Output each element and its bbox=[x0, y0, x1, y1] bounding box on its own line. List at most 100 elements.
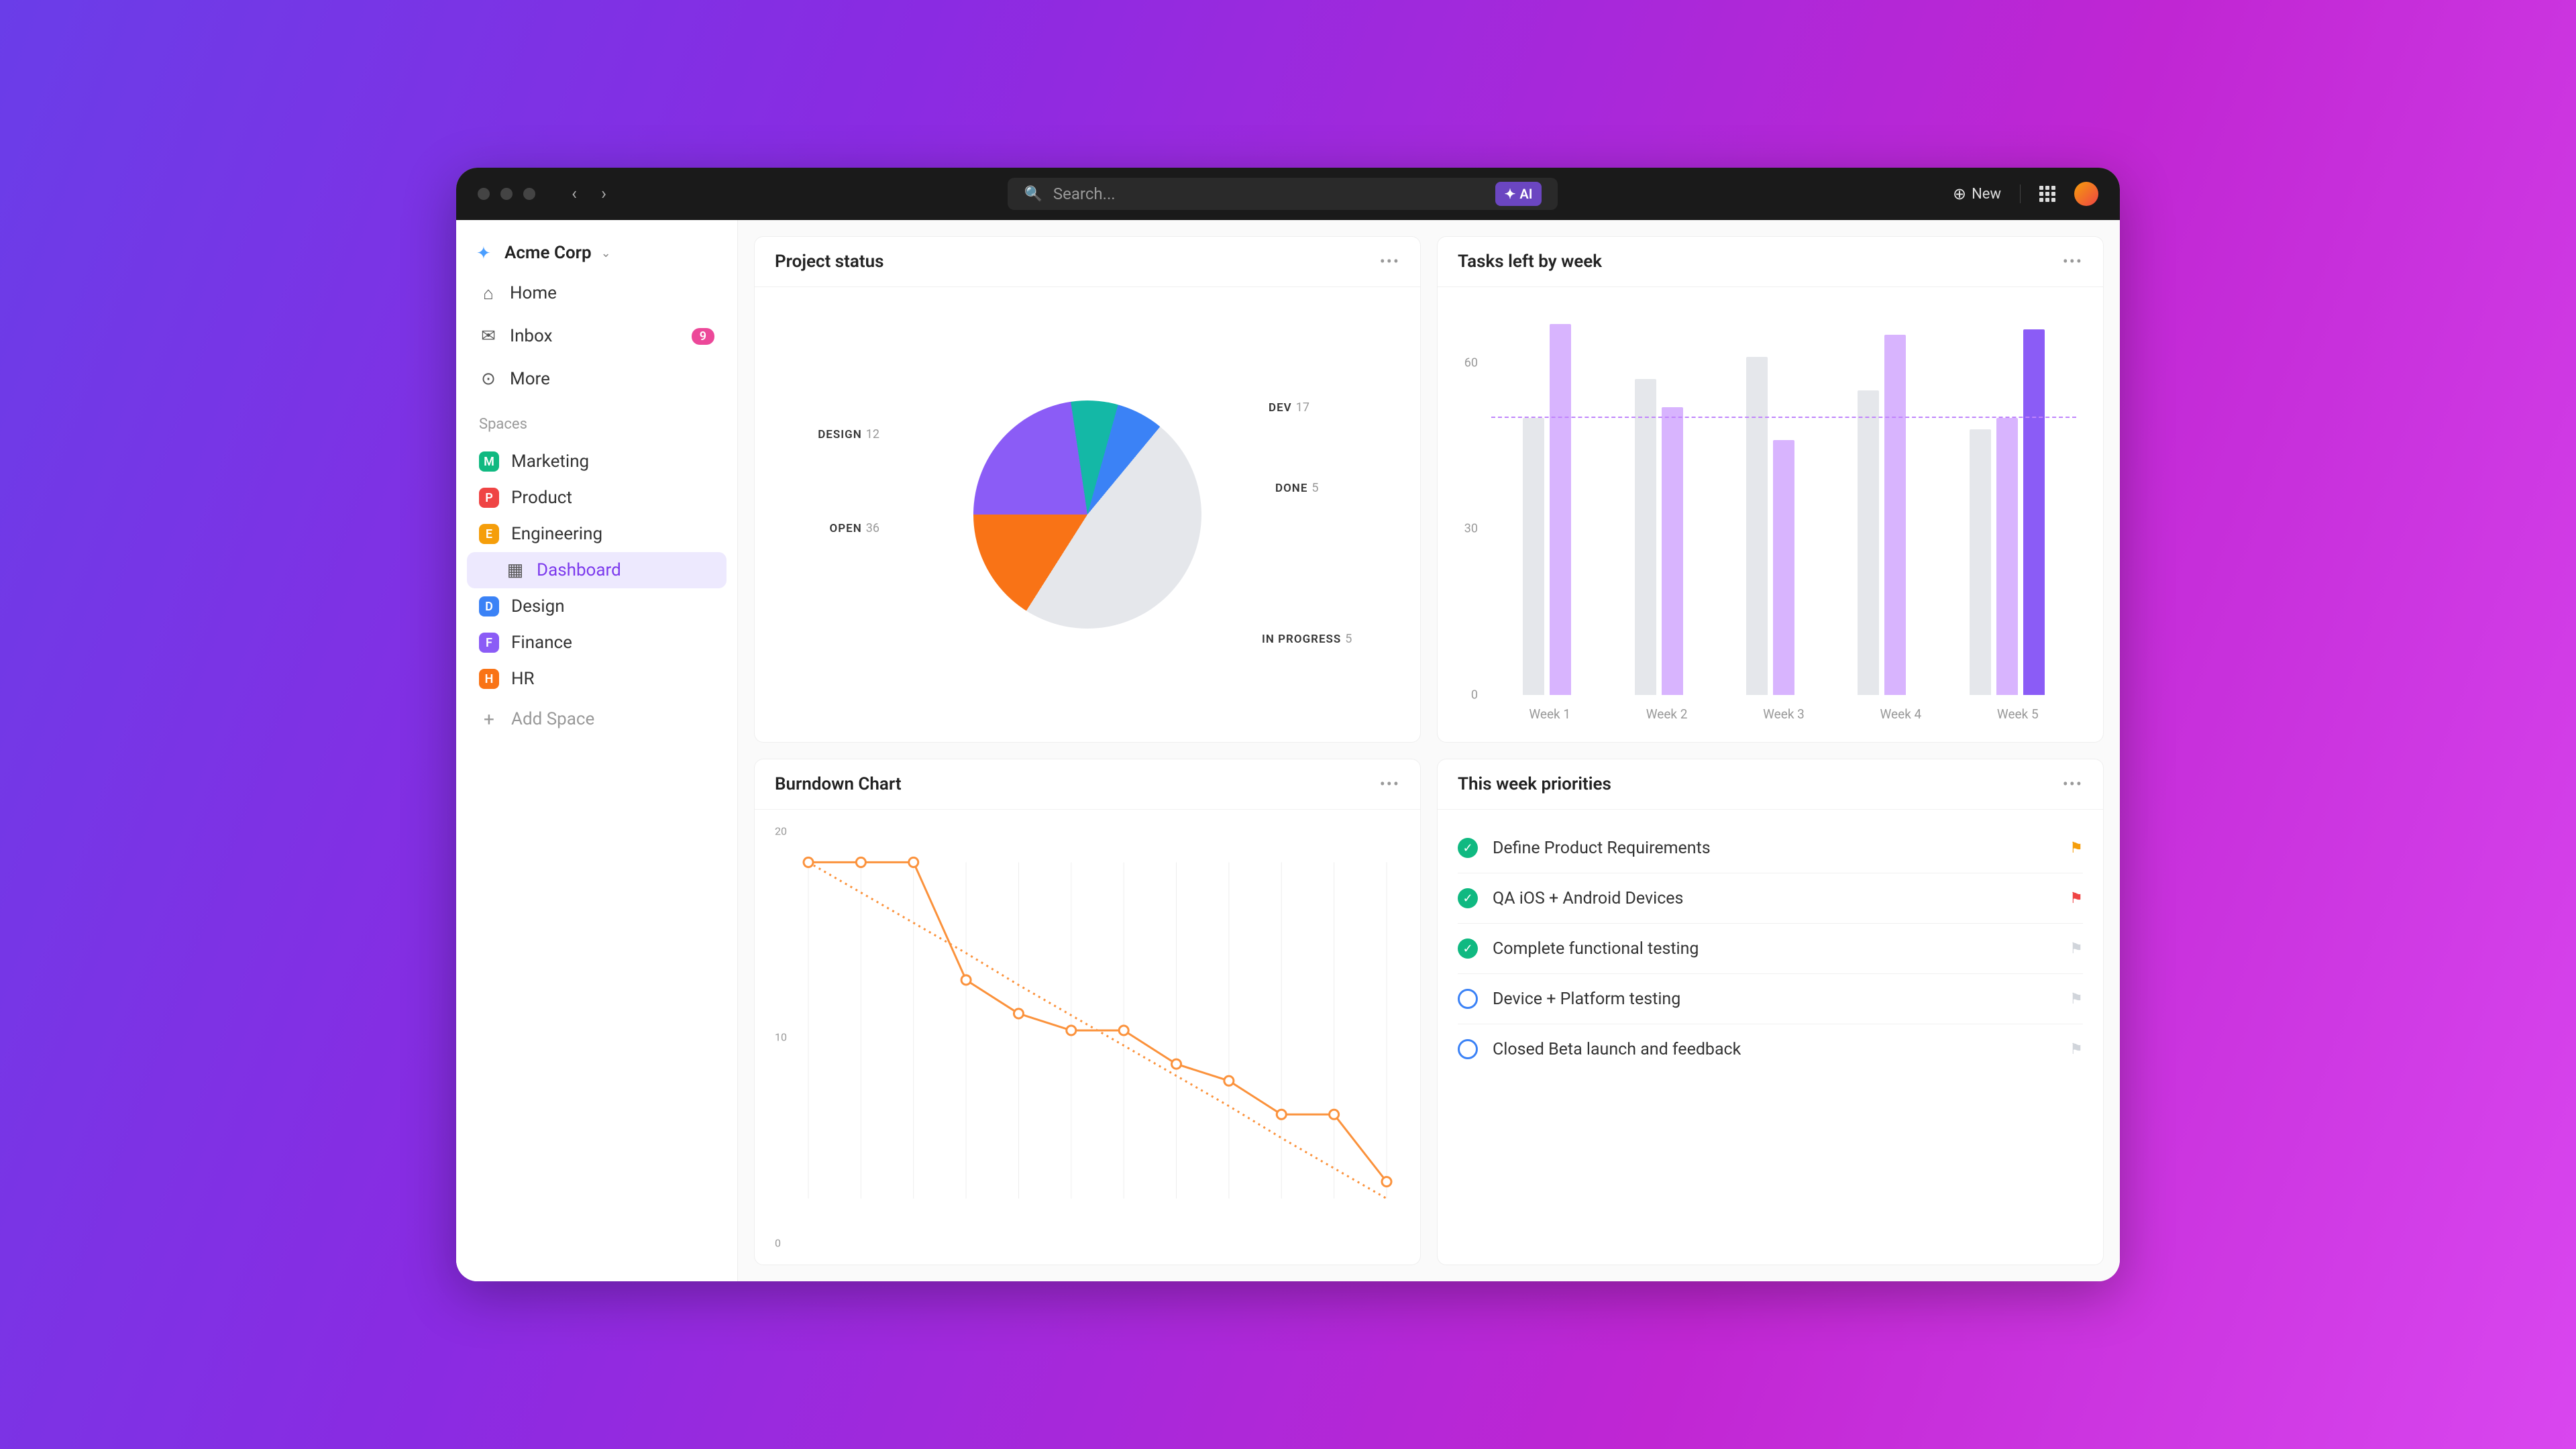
flag-icon[interactable]: ⚑ bbox=[2070, 941, 2083, 957]
add-space-button[interactable]: + Add Space bbox=[467, 701, 727, 737]
check-done-icon[interactable]: ✓ bbox=[1458, 888, 1478, 908]
card-project-status: Project status ••• DEV 17DONE 5IN PROGRE… bbox=[754, 236, 1421, 743]
home-icon: ⌂ bbox=[479, 284, 498, 303]
priority-text: Closed Beta launch and feedback bbox=[1493, 1040, 2055, 1059]
app-body: Acme Corp ⌄ ⌂ Home ✉ Inbox 9 ⊙ More Spac… bbox=[456, 220, 2120, 1281]
priority-item[interactable]: ✓QA iOS + Android Devices⚑ bbox=[1458, 873, 2083, 924]
bar bbox=[1773, 440, 1794, 695]
flag-icon[interactable]: ⚑ bbox=[2070, 991, 2083, 1008]
pie-label-dev: DEV 17 bbox=[1269, 400, 1309, 415]
sidebar-item-inbox[interactable]: ✉ Inbox 9 bbox=[467, 317, 727, 356]
priority-item[interactable]: ✓Complete functional testing⚑ bbox=[1458, 924, 2083, 974]
bar bbox=[1523, 418, 1544, 695]
plus-icon: + bbox=[479, 709, 499, 729]
check-open-icon[interactable] bbox=[1458, 1039, 1478, 1059]
nav-arrows: ‹ › bbox=[565, 184, 613, 204]
card-menu-button[interactable]: ••• bbox=[1380, 775, 1400, 794]
x-tick: Week 2 bbox=[1646, 706, 1688, 722]
flag-icon[interactable]: ⚑ bbox=[2070, 890, 2083, 907]
space-label: Marketing bbox=[511, 451, 589, 472]
pie-label-design: DESIGN 12 bbox=[818, 427, 879, 441]
sidebar-item-home[interactable]: ⌂ Home bbox=[467, 274, 727, 313]
titlebar: ‹ › 🔍 Search... ✦ AI New bbox=[456, 168, 2120, 220]
card-menu-button[interactable]: ••• bbox=[1380, 252, 1400, 271]
card-title: Project status bbox=[775, 252, 883, 272]
card-burndown: Burndown Chart ••• 01020 bbox=[754, 759, 1421, 1265]
flag-icon[interactable]: ⚑ bbox=[2070, 840, 2083, 857]
bar bbox=[1884, 335, 1906, 695]
space-badge: F bbox=[479, 633, 499, 653]
card-priorities: This week priorities ••• ✓Define Product… bbox=[1437, 759, 2104, 1265]
y-tick: 20 bbox=[775, 825, 787, 838]
minimize-window-icon[interactable] bbox=[500, 188, 513, 200]
sidebar-space-hr[interactable]: HHR bbox=[467, 661, 727, 697]
bar bbox=[1858, 390, 1879, 695]
y-tick: 0 bbox=[775, 1236, 781, 1249]
maximize-window-icon[interactable] bbox=[523, 188, 535, 200]
window-controls[interactable] bbox=[478, 188, 535, 200]
card-title: Burndown Chart bbox=[775, 774, 902, 794]
nav-label: Home bbox=[510, 283, 557, 303]
check-done-icon[interactable]: ✓ bbox=[1458, 838, 1478, 858]
priority-item[interactable]: Device + Platform testing⚑ bbox=[1458, 974, 2083, 1024]
card-menu-button[interactable]: ••• bbox=[2063, 775, 2083, 794]
bar bbox=[1996, 418, 2018, 695]
space-badge: P bbox=[479, 488, 499, 508]
space-label: Engineering bbox=[511, 524, 602, 544]
bar bbox=[1746, 357, 1768, 695]
apps-grid-icon[interactable] bbox=[2039, 186, 2055, 202]
pie bbox=[973, 400, 1201, 629]
space-label: Dashboard bbox=[537, 560, 621, 580]
sidebar-space-product[interactable]: P Product bbox=[467, 480, 727, 516]
priority-item[interactable]: ✓Define Product Requirements⚑ bbox=[1458, 823, 2083, 873]
space-badge: H bbox=[479, 669, 499, 689]
sidebar-space-finance[interactable]: FFinance bbox=[467, 625, 727, 661]
chevron-down-icon: ⌄ bbox=[601, 246, 611, 260]
sidebar-item-more[interactable]: ⊙ More bbox=[467, 360, 727, 398]
card-body: 01020 bbox=[755, 810, 1420, 1265]
sidebar: Acme Corp ⌄ ⌂ Home ✉ Inbox 9 ⊙ More Spac… bbox=[456, 220, 738, 1281]
sidebar-space-engineering[interactable]: E Engineering bbox=[467, 516, 727, 552]
bar bbox=[1635, 379, 1656, 695]
nav-forward-button[interactable]: › bbox=[594, 184, 613, 204]
sidebar-space-design[interactable]: DDesign bbox=[467, 588, 727, 625]
bar-group bbox=[1523, 307, 1571, 695]
ai-badge[interactable]: ✦ AI bbox=[1495, 182, 1542, 206]
card-menu-button[interactable]: ••• bbox=[2063, 252, 2083, 271]
check-done-icon[interactable]: ✓ bbox=[1458, 938, 1478, 959]
space-badge: D bbox=[479, 596, 499, 616]
nav-back-button[interactable]: ‹ bbox=[565, 184, 584, 204]
y-tick: 0 bbox=[1471, 688, 1478, 702]
flag-icon[interactable]: ⚑ bbox=[2070, 1041, 2083, 1058]
divider bbox=[2020, 184, 2021, 203]
inbox-badge: 9 bbox=[692, 328, 714, 345]
workspace-logo-icon bbox=[476, 244, 495, 262]
search-placeholder: Search... bbox=[1053, 184, 1116, 203]
avatar[interactable] bbox=[2074, 182, 2098, 206]
close-window-icon[interactable] bbox=[478, 188, 490, 200]
bar-groups bbox=[1491, 307, 2076, 695]
x-tick: Week 1 bbox=[1529, 706, 1570, 722]
space-badge: E bbox=[479, 524, 499, 544]
workspace-selector[interactable]: Acme Corp ⌄ bbox=[467, 236, 727, 270]
nav-label: More bbox=[510, 369, 550, 389]
card-header: This week priorities ••• bbox=[1438, 759, 2103, 810]
sidebar-space-dashboard[interactable]: ▦Dashboard bbox=[467, 552, 727, 588]
titlebar-right: New bbox=[1953, 182, 2098, 206]
check-open-icon[interactable] bbox=[1458, 989, 1478, 1009]
reference-line bbox=[1491, 417, 2076, 418]
pie-label-open: OPEN 36 bbox=[830, 521, 879, 535]
more-icon: ⊙ bbox=[479, 370, 498, 388]
space-label: Product bbox=[511, 488, 572, 508]
bar-plot-area bbox=[1491, 307, 2076, 695]
x-tick: Week 4 bbox=[1880, 706, 1921, 722]
card-header: Tasks left by week ••• bbox=[1438, 237, 2103, 287]
priority-item[interactable]: Closed Beta launch and feedback ⚑ bbox=[1458, 1024, 2083, 1074]
card-body: DEV 17DONE 5IN PROGRESS 5OPEN 36DESIGN 1… bbox=[755, 287, 1420, 742]
pie-label-in-progress: IN PROGRESS 5 bbox=[1262, 632, 1352, 646]
sidebar-space-marketing[interactable]: MMarketing bbox=[467, 443, 727, 480]
bar bbox=[1550, 324, 1571, 695]
search-input[interactable]: 🔍 Search... ✦ AI bbox=[1008, 178, 1558, 210]
new-button[interactable]: New bbox=[1953, 184, 2001, 203]
bar bbox=[2023, 329, 2045, 695]
